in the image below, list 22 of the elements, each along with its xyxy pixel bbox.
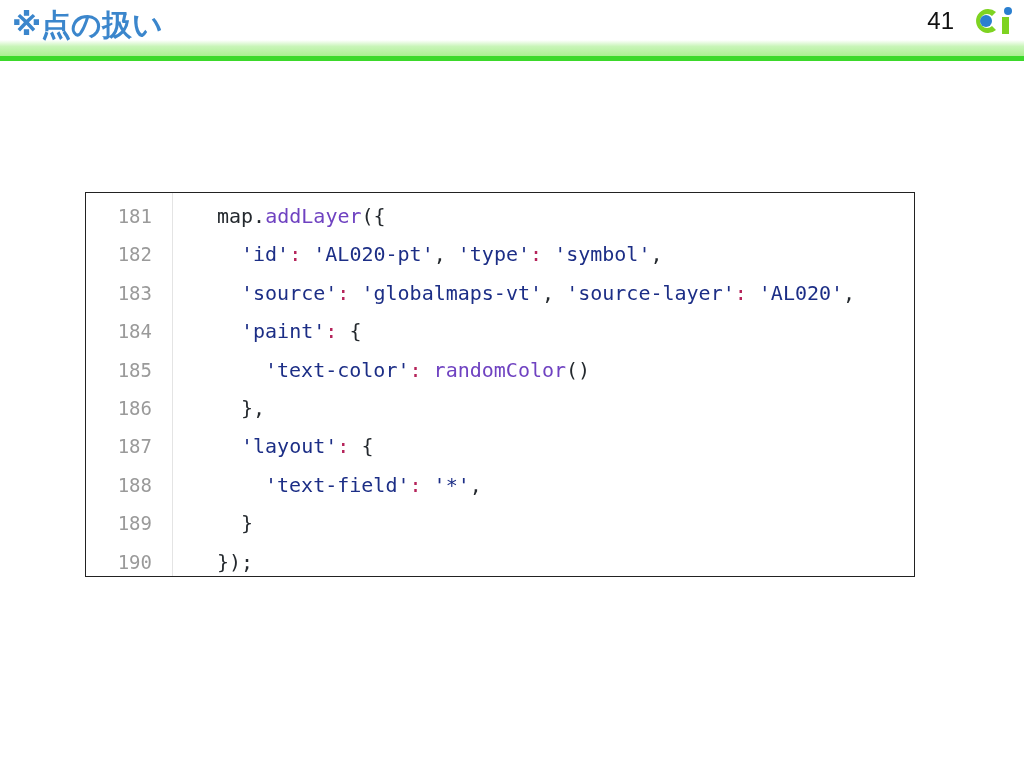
code-line: 'id': 'AL020-pt', 'type': 'symbol',: [241, 241, 663, 269]
line-number: 184: [117, 319, 153, 345]
code-line: },: [241, 394, 266, 422]
slide-title: ※点の扱い: [12, 8, 164, 42]
code-line: 'text-field': '*',: [265, 471, 482, 499]
line-number: 187: [117, 434, 153, 460]
code-line: 'text-color': randomColor(): [265, 356, 591, 384]
page-number: 41: [927, 7, 954, 35]
code-line: 'layout': {: [241, 433, 374, 461]
line-number: 181: [117, 204, 153, 229]
line-number: 188: [117, 472, 153, 498]
line-number: 186: [117, 395, 153, 421]
code-line: 'source': 'globalmaps-vt', 'source-layer': 'AL020',: [241, 279, 856, 307]
code-line: }: [241, 510, 254, 538]
code-line: map.addLayer({: [217, 203, 386, 230]
line-number: 185: [117, 357, 153, 383]
code-line: });: [217, 548, 254, 576]
line-number: 183: [117, 280, 153, 306]
code-line: 'paint': {: [241, 318, 362, 346]
line-number: 190: [117, 549, 153, 575]
line-number: 182: [117, 242, 153, 268]
line-number: 189: [117, 511, 153, 537]
